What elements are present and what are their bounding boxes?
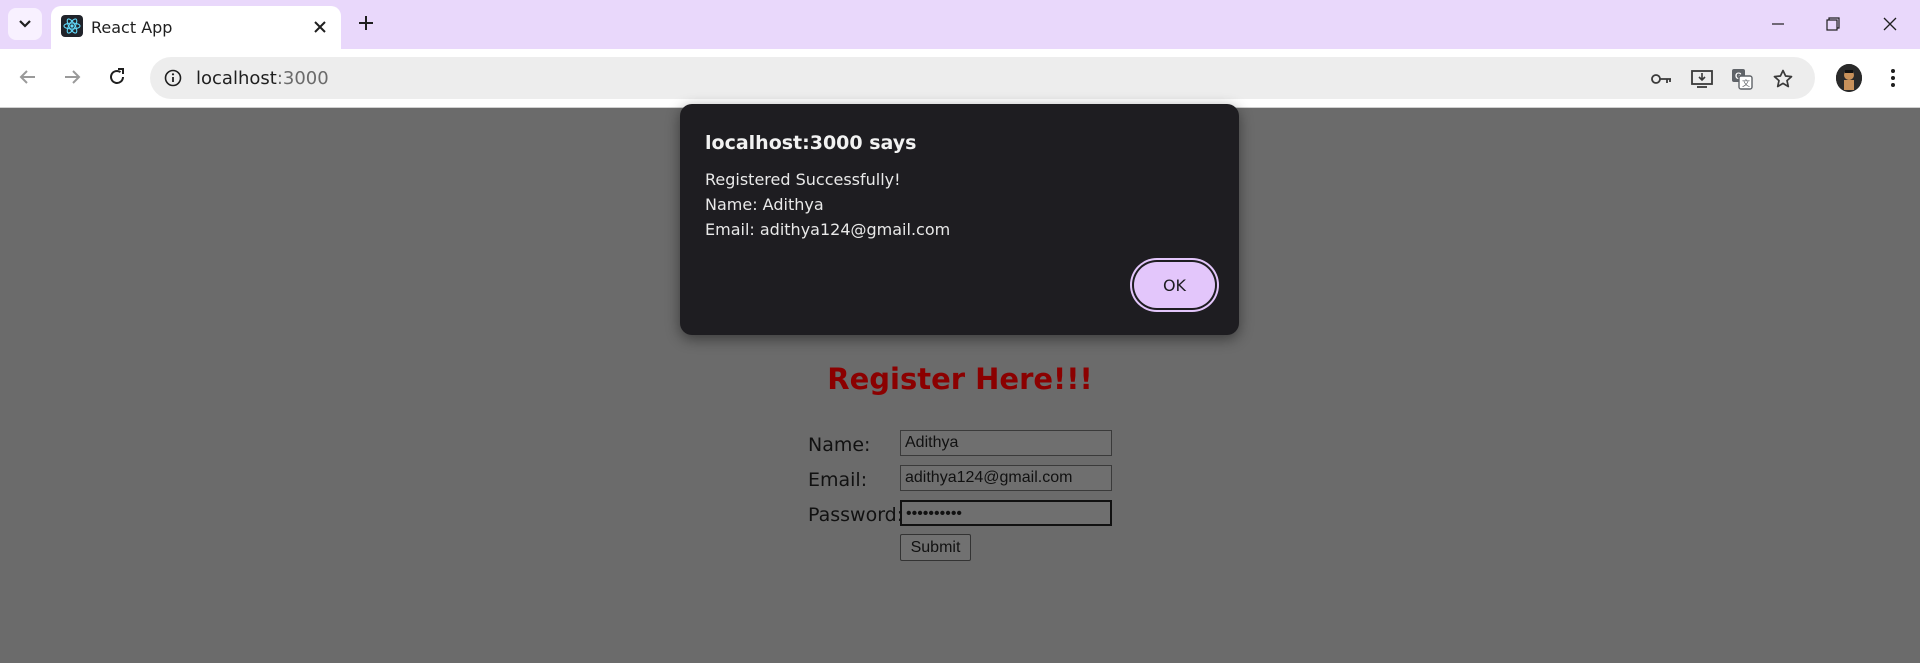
arrow-right-icon: [65, 70, 81, 84]
site-info-icon[interactable]: [162, 67, 184, 89]
browser-toolbar: localhost:3000 G文: [0, 49, 1920, 108]
name-label: Name:: [808, 434, 871, 456]
tab-title: React App: [91, 18, 173, 37]
react-icon: [61, 15, 83, 37]
ok-button[interactable]: OK: [1134, 262, 1215, 308]
restore-button[interactable]: [1811, 7, 1855, 41]
email-row: Email: adithya124@gmail.com: [808, 465, 1128, 493]
name-row: Name: Adithya: [808, 430, 1128, 458]
back-button[interactable]: [10, 59, 46, 95]
reload-button[interactable]: [99, 59, 135, 95]
email-input[interactable]: adithya124@gmail.com: [900, 465, 1112, 491]
close-icon: [1883, 17, 1897, 31]
minimize-icon: [1772, 23, 1784, 25]
forward-button[interactable]: [54, 59, 90, 95]
translate-icon[interactable]: G文: [1730, 67, 1754, 91]
dialog-message-line-1: Registered Successfully!: [705, 170, 901, 189]
tab-react-app[interactable]: React App: [51, 6, 341, 49]
more-vert-icon: [1891, 69, 1895, 87]
dialog-message-line-3: Email: adithya124@gmail.com: [705, 220, 951, 239]
plus-icon: [359, 16, 373, 30]
browser-menu-button[interactable]: [1880, 62, 1906, 94]
profile-avatar[interactable]: [1836, 64, 1862, 92]
svg-text:文: 文: [1742, 78, 1750, 88]
restore-icon: [1826, 17, 1840, 31]
url-port: :3000: [276, 68, 329, 89]
submit-button[interactable]: Submit: [900, 534, 971, 561]
password-key-icon[interactable]: [1650, 67, 1674, 91]
arrow-left-icon: [19, 70, 35, 84]
email-label: Email:: [808, 469, 868, 491]
alert-dialog: localhost:3000 says Registered Successfu…: [680, 104, 1239, 335]
password-input[interactable]: ••••••••••: [900, 500, 1112, 526]
url-text: localhost:3000: [196, 68, 329, 89]
chevron-down-icon: [19, 20, 31, 28]
dialog-title: localhost:3000 says: [705, 132, 917, 154]
close-window-button[interactable]: [1868, 7, 1912, 41]
password-label: Password:: [808, 504, 904, 526]
address-bar[interactable]: localhost:3000 G文: [150, 57, 1815, 99]
install-app-icon[interactable]: [1690, 67, 1714, 91]
close-tab-icon[interactable]: [307, 14, 333, 40]
name-input[interactable]: Adithya: [900, 430, 1112, 456]
url-host: localhost: [196, 68, 277, 89]
new-tab-button[interactable]: [352, 9, 380, 37]
bookmark-star-icon[interactable]: [1771, 67, 1795, 91]
reload-icon: [110, 68, 124, 84]
avatar-icon: [1836, 64, 1862, 92]
password-row: Password: ••••••••••: [808, 500, 1128, 528]
submit-row: Submit: [808, 534, 1128, 562]
tab-search-button[interactable]: [8, 8, 42, 40]
tab-strip: React App: [0, 0, 1920, 49]
page-title: Register Here!!!: [827, 362, 1093, 396]
minimize-button[interactable]: [1756, 7, 1800, 41]
dialog-message-line-2: Name: Adithya: [705, 195, 824, 214]
